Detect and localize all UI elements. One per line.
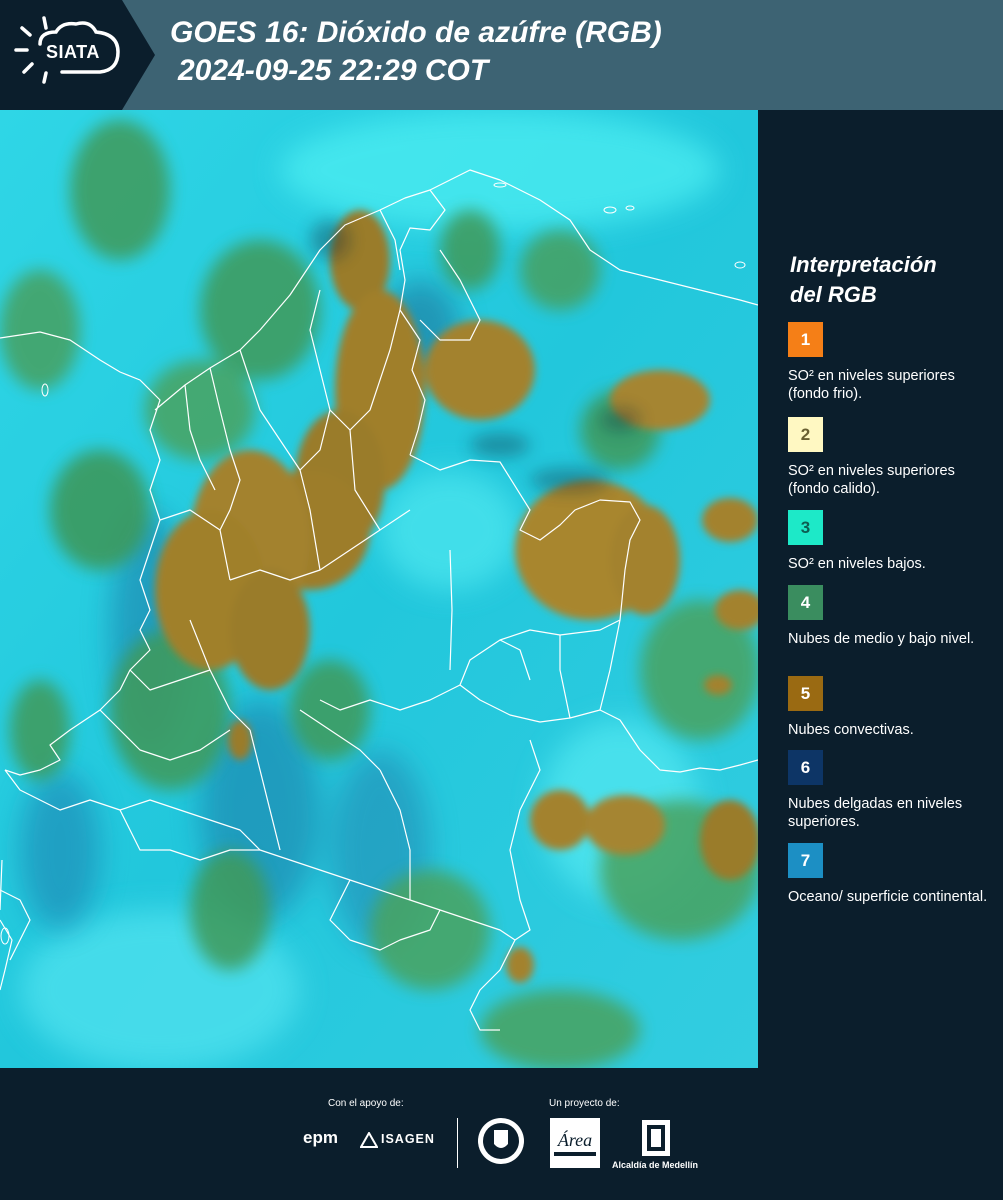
legend-swatch-5: 5 bbox=[788, 676, 823, 711]
legend-panel: Interpretación del RGB 1 SO² en niveles … bbox=[758, 110, 1003, 1068]
isagen-logo: ISAGEN bbox=[381, 1132, 435, 1146]
legend-swatch-2: 2 bbox=[788, 417, 823, 452]
legend-item-7: 7 Oceano/ superficie continental. bbox=[788, 843, 988, 906]
header: SIATA GOES 16: Dióxido de azúfre (RGB) 2… bbox=[0, 0, 1003, 110]
legend-text-1: SO² en niveles superiores (fondo frio). bbox=[788, 368, 955, 402]
title-line-1: GOES 16: Dióxido de azúfre (RGB) bbox=[170, 16, 662, 49]
legend-text-5: Nubes convectivas. bbox=[788, 722, 914, 738]
title-line-2: 2024-09-25 22:29 COT bbox=[178, 54, 489, 87]
page: SIATA GOES 16: Dióxido de azúfre (RGB) 2… bbox=[0, 0, 1003, 1200]
legend-item-4: 4 Nubes de medio y bajo nivel. bbox=[788, 585, 988, 648]
seal-logo-icon bbox=[478, 1118, 524, 1164]
legend-item-3: 3 SO² en niveles bajos. bbox=[788, 510, 988, 573]
alcaldia-logo-text: Alcaldía de Medellín bbox=[612, 1160, 699, 1170]
page-title: GOES 16: Dióxido de azúfre (RGB) 2024-09… bbox=[170, 14, 662, 90]
footer: Con el apoyo de: Un proyecto de: epm ISA… bbox=[0, 1068, 1003, 1200]
legend-item-5: 5 Nubes convectivas. bbox=[788, 676, 988, 739]
support-label: Con el apoyo de: bbox=[328, 1098, 404, 1109]
legend-text-2: SO² en niveles superiores (fondo calido)… bbox=[788, 463, 955, 497]
footer-divider bbox=[457, 1118, 458, 1168]
legend-swatch-3: 3 bbox=[788, 510, 823, 545]
legend-text-4: Nubes de medio y bajo nivel. bbox=[788, 631, 975, 647]
legend-swatch-7: 7 bbox=[788, 843, 823, 878]
legend-item-6: 6 Nubes delgadas en niveles superiores. bbox=[788, 750, 988, 831]
isagen-logo-icon bbox=[360, 1132, 378, 1148]
legend-item-1: 1 SO² en niveles superiores (fondo frio)… bbox=[788, 322, 988, 403]
legend-title-line-2: del RGB bbox=[790, 282, 877, 307]
logo-text: SIATA bbox=[46, 42, 100, 62]
legend-item-2: 2 SO² en niveles superiores (fondo calid… bbox=[788, 417, 988, 498]
epm-logo: epm bbox=[303, 1128, 338, 1147]
legend-title-line-1: Interpretación bbox=[790, 252, 937, 277]
legend-text-6: Nubes delgadas en niveles superiores. bbox=[788, 796, 963, 830]
legend-title: Interpretación del RGB bbox=[790, 250, 937, 310]
legend-text-7: Oceano/ superficie continental. bbox=[788, 889, 988, 905]
satellite-map[interactable] bbox=[0, 110, 758, 1068]
legend-text-3: SO² en niveles bajos. bbox=[788, 556, 926, 572]
legend-swatch-1: 1 bbox=[788, 322, 823, 357]
map-canvas bbox=[0, 110, 758, 1068]
legend-swatch-6: 6 bbox=[788, 750, 823, 785]
area-logo-text: Área bbox=[557, 1129, 592, 1150]
alcaldia-shield-icon bbox=[642, 1120, 670, 1156]
legend-swatch-4: 4 bbox=[788, 585, 823, 620]
project-label: Un proyecto de: bbox=[549, 1098, 620, 1109]
area-metropolitana-logo-icon: Área bbox=[550, 1118, 600, 1168]
